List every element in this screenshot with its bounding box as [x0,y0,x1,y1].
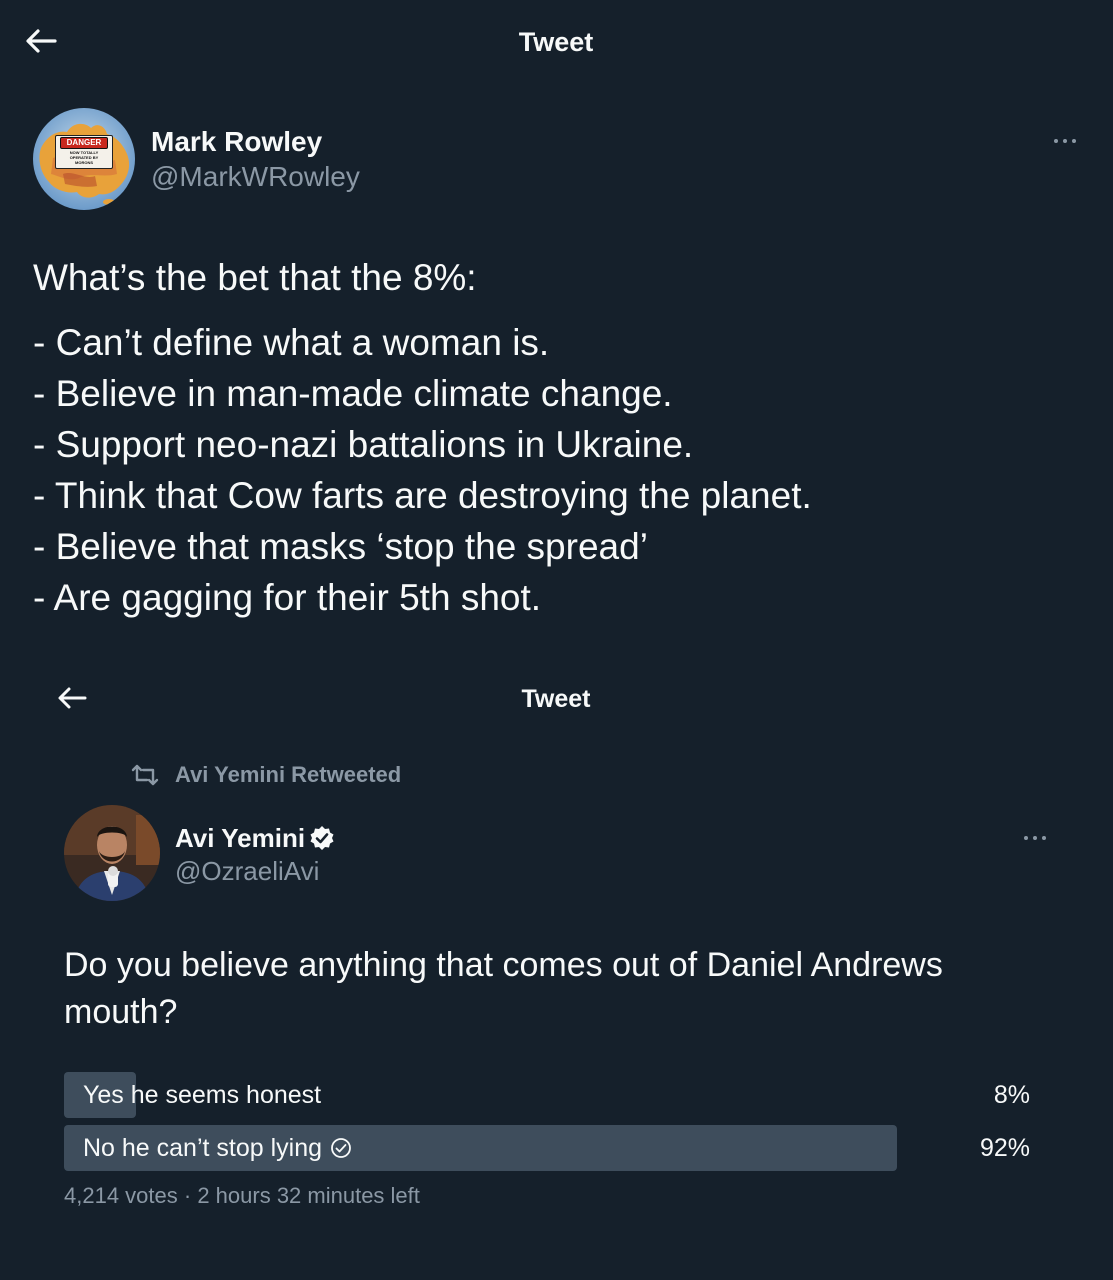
danger-sign-title: DANGER [60,137,108,149]
back-arrow-icon [58,687,87,709]
more-horizontal-icon [1024,836,1046,840]
back-arrow-icon [26,29,57,53]
poll-option-1[interactable]: Yes he seems honest 8% [64,1072,1034,1118]
poll-votes: 4,214 votes [64,1183,178,1208]
poll-option-1-percent: 8% [993,1081,1030,1109]
tweet-text: Do you believe anything that comes out o… [64,946,943,1031]
embedded-back-button [56,684,88,712]
poll-option-2-text: No he can’t stop lying [83,1134,323,1162]
avatar[interactable]: DANGER NOW TOTALLY OPERATED BY MORONS [33,108,135,210]
embedded-screenshot: Tweet Avi Yemini Retweeted Avi Yemini @O [0,650,1113,1280]
poll-option-2-percent: 92% [979,1134,1030,1162]
poll-separator: · [183,1183,192,1208]
verified-check-icon [310,826,334,850]
poll: Yes he seems honest 8% No he can’t stop … [64,1072,1034,1172]
page-title: Tweet [518,27,594,57]
tweet-line: - Are gagging for their 5th shot. [33,577,542,618]
tweet-line: - Believe in man-made climate change. [33,373,673,414]
tweet-line: - Support neo-nazi battalions in Ukraine… [33,424,694,465]
poll-option-2-label: No he can’t stop lying [83,1133,352,1163]
poll-option-2[interactable]: No he can’t stop lying 92% [64,1125,1034,1171]
avatar[interactable] [64,805,160,901]
author-handle[interactable]: @MarkWRowley [151,160,360,194]
tweet-line: - Believe that masks ‘stop the spread’ [33,526,648,567]
embedded-page-title: Tweet [521,685,591,713]
more-horizontal-icon [1054,139,1076,143]
author-handle[interactable]: @OzraeliAvi [175,855,319,887]
retweet-icon [131,764,159,786]
poll-meta: 4,214 votes · 2 hours 32 minutes left [64,1182,420,1210]
more-button[interactable] [1020,826,1050,850]
poll-time-left: 2 hours 32 minutes left [197,1183,420,1208]
tweet-text-intro: What’s the bet that the 8%: [33,257,477,298]
verified-badge [308,824,336,852]
poll-option-1-label: Yes he seems honest [83,1081,322,1109]
danger-sign-line: MORONS [75,160,93,165]
tweet-line: - Think that Cow farts are destroying th… [33,475,812,516]
author-name[interactable]: Avi Yemini [175,822,305,854]
more-button[interactable] [1050,128,1080,152]
back-button[interactable] [24,26,58,56]
retweet-label[interactable]: Avi Yemini Retweeted [175,761,401,789]
danger-sign: DANGER NOW TOTALLY OPERATED BY MORONS [55,135,113,169]
tweet-text-list: - Can’t define what a woman is. - Believ… [33,317,812,623]
tweet-line: - Can’t define what a woman is. [33,322,550,363]
author-name[interactable]: Mark Rowley [151,125,322,159]
check-circle-icon [331,1138,351,1158]
retweet-indicator [129,762,161,788]
person-photo-image [64,805,160,901]
